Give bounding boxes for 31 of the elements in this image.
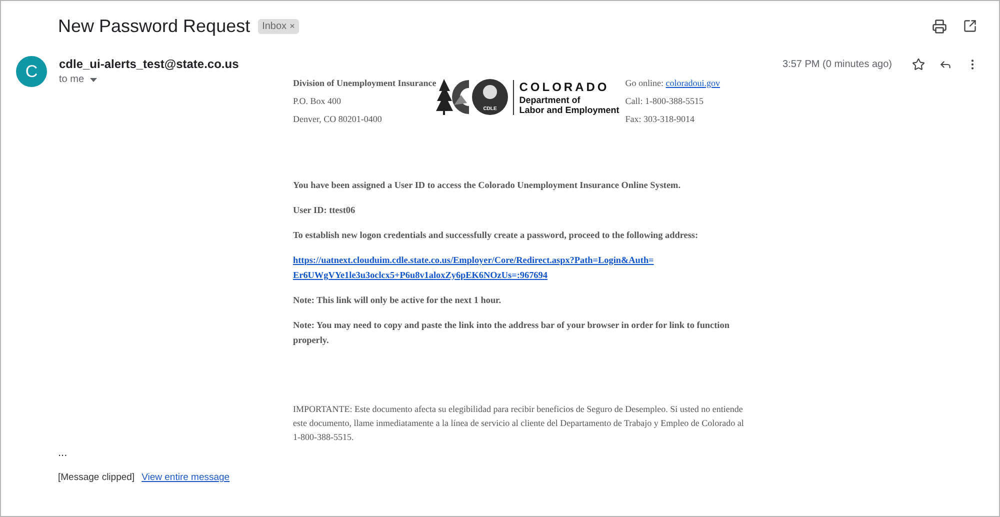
logo-department: Department of: [519, 94, 582, 104]
recipient-dropdown[interactable]: to me: [59, 74, 239, 85]
password-link[interactable]: https://uatnext.clouduim.cdle.state.co.us/Employer/Core/Redirect.aspx?Path=Login&Auth= Er6UWgVYe1le3u3oclcx5+P6u8v1aloxZy6pEK6NOzUs=:967694: [293, 253, 763, 283]
caret-icon: [90, 78, 98, 82]
view-entire-message-link[interactable]: View entire message: [142, 472, 230, 483]
website-link[interactable]: coloradoui.gov: [666, 78, 720, 88]
address-line: P.O. Box 400: [293, 95, 342, 108]
inbox-label: Inbox ×: [258, 18, 299, 34]
contact-line: Go online: coloradoui.gov: [625, 77, 720, 90]
open-new-window-icon[interactable]: [963, 18, 977, 34]
trimmed-content-ellipsis[interactable]: ...: [58, 447, 999, 459]
message-paragraph: Note: This link will only be active for the next 1 hour.: [293, 294, 502, 307]
address-line: Division of Unemployment Insurance: [293, 77, 436, 90]
print-icon[interactable]: [932, 18, 947, 34]
logo-department: Labor and Employment: [519, 104, 620, 114]
sender-email: cdle_ui-alerts_test@state.co.us: [59, 57, 239, 71]
contact-line: Call: 1-800-388-5515: [625, 95, 705, 108]
message-paragraph: User ID: ttest06: [293, 204, 356, 217]
remove-label-button[interactable]: ×: [290, 21, 295, 31]
address-line: Denver, CO 80201-0400: [293, 113, 383, 126]
contact-line: Fax: 303-318-9014: [625, 113, 696, 126]
email-subject: New Password Request: [58, 16, 250, 36]
message-paragraph: Note: You may need to copy and paste the link into the address bar of your browser in order for link to function properly.: [293, 319, 730, 347]
spanish-notice: IMPORTANTE: Este documento afecta su elegibilidad para recibir beneficios de Seguro de Desempleo. Si usted no entiende este documento, llame inmediatamente a la línea de servicio al cliente del Departamento de Trabajo y Empleo de Colorado al 1-800-388-5515.: [293, 403, 745, 444]
received-time: 3:57 PM (0 minutes ago): [782, 58, 892, 70]
message-paragraph: You have been assigned a User ID to access the Colorado Unemployment Insurance Online System.: [293, 179, 682, 192]
message-paragraph: To establish new logon credentials and successfully create a password, proceed to the following address:: [293, 229, 700, 242]
star-icon[interactable]: [912, 58, 925, 70]
logo-name: COLORADO: [519, 80, 610, 94]
clipped-notice: [Message clipped]: [58, 472, 135, 483]
sender-avatar: C: [16, 56, 47, 87]
